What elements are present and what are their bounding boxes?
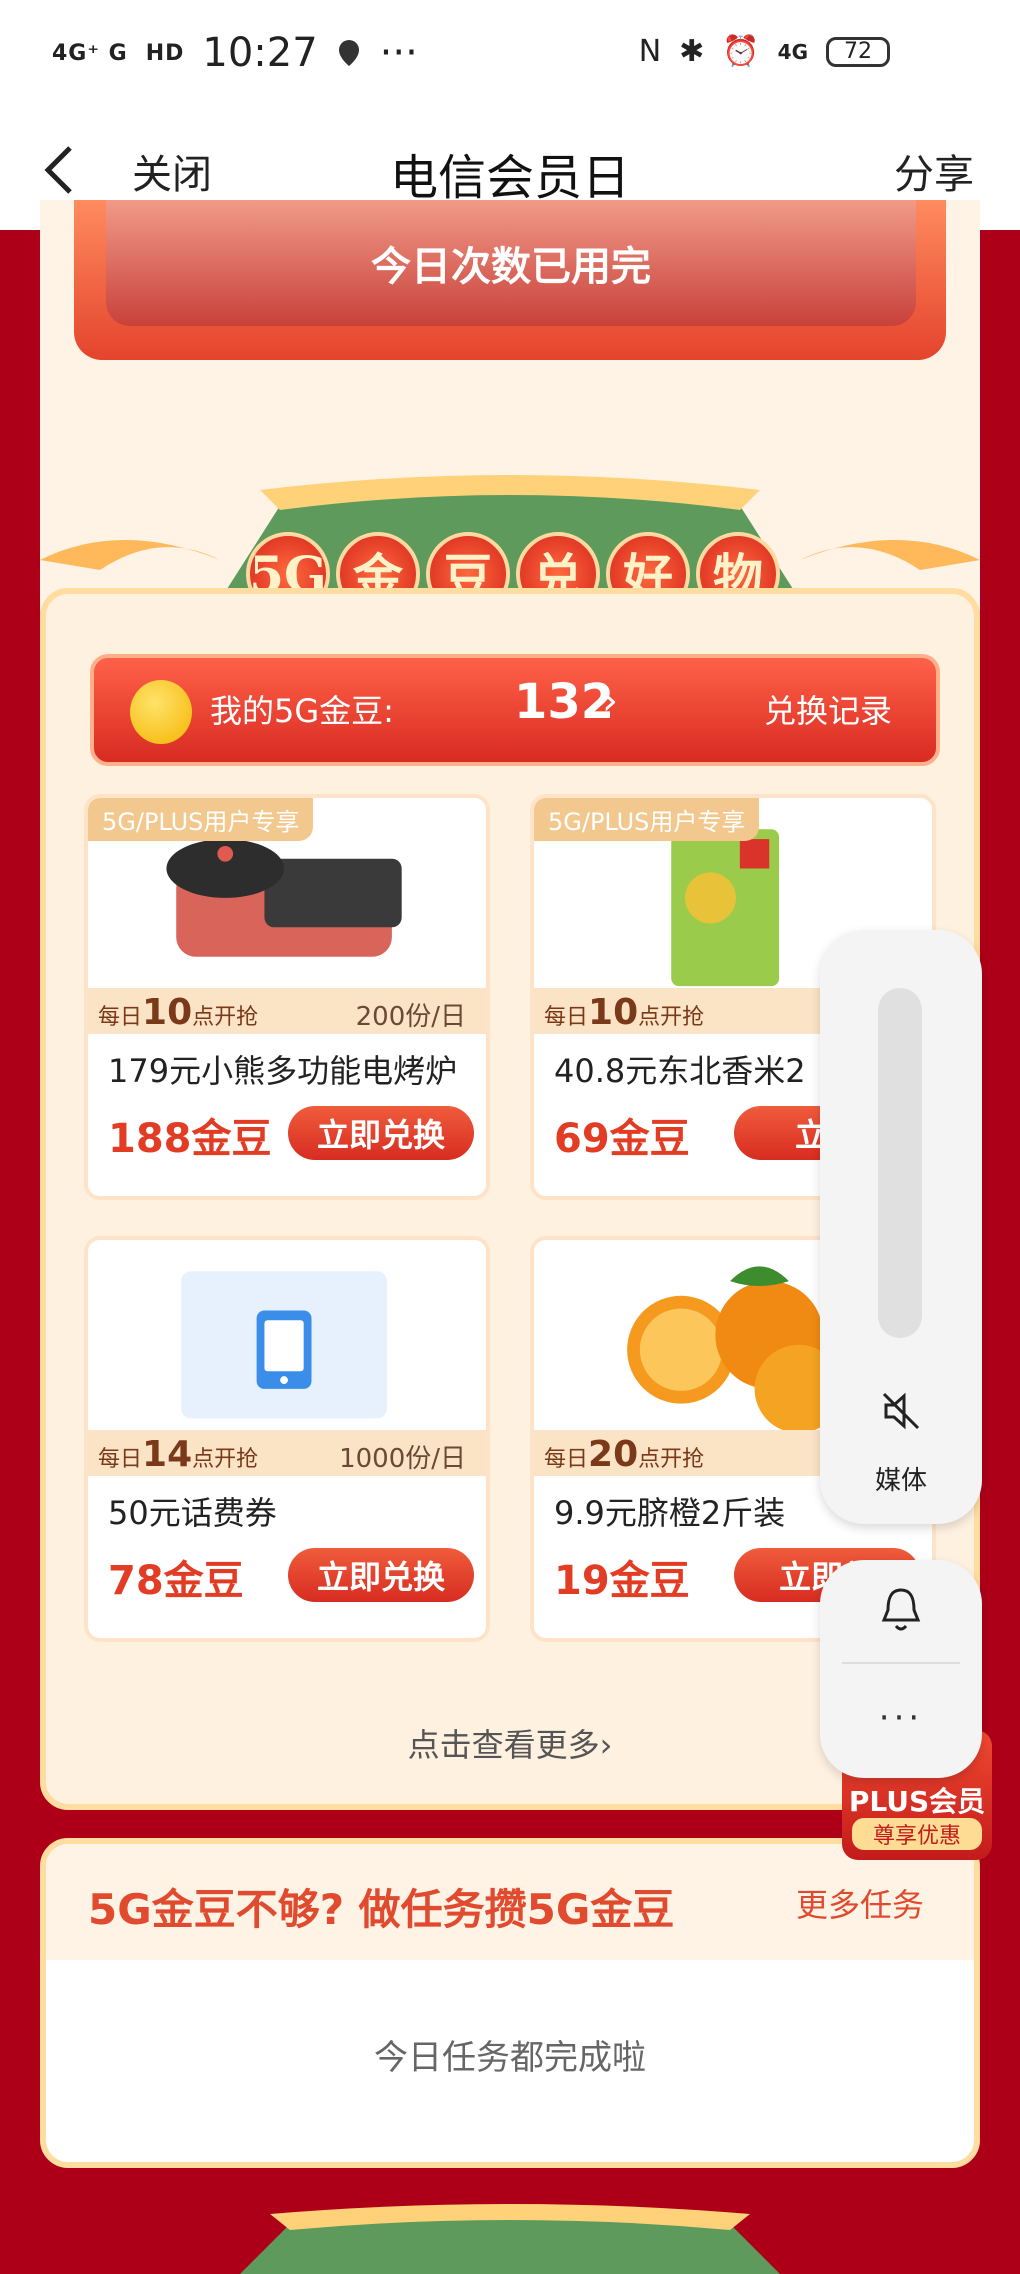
page-title: 电信会员日 <box>389 150 630 206</box>
plus-title: PLUS会员 <box>848 1785 986 1818</box>
nfc-icon: N <box>638 34 662 69</box>
start-time: 每日20点开抢 <box>544 1434 705 1475</box>
chevron-right-icon[interactable]: › <box>602 678 618 724</box>
daily-quota: 200份/日 <box>355 1002 466 1032</box>
exchange-record-link[interactable]: 兑换记录 <box>764 686 892 732</box>
time-strip: 每日10点开抢 200份/日 <box>88 988 486 1034</box>
product-name: 179元小熊多功能电烤炉 <box>108 1052 458 1090</box>
draw-button[interactable]: 今日次数已用完 <box>106 200 916 326</box>
bean-count[interactable]: 132 <box>514 674 614 730</box>
task-card: 5G金豆不够? 做任务攒5G金豆 更多任务 今日任务都完成啦 <box>40 1838 980 2168</box>
time-strip: 每日14点开抢 1000份/日 <box>88 1430 486 1476</box>
bean-balance-bar: 我的5G金豆: 132 › 兑换记录 <box>90 654 940 766</box>
volume-panel: 媒体 <box>820 930 982 1524</box>
status-bar: 4G⁺ G HD 10:27 ··· N ✱ ⏰ 4G 72 <box>0 0 1020 110</box>
ringer-panel: ··· <box>820 1560 982 1778</box>
plus-user-badge: 5G/PLUS用户专享 <box>88 798 314 841</box>
page-content: 今日次数已用完 5G 金 豆 兑 好 物 我的5G金豆: 132 › 兑换记录 <box>0 200 1020 2274</box>
product-name: 50元话费券 <box>108 1494 277 1532</box>
signal-indicator: 4G⁺ G <box>52 40 128 66</box>
battery-icon: 72 <box>826 36 890 67</box>
gold-bean-icon <box>130 680 192 744</box>
network-4g-icon: 4G <box>777 39 808 64</box>
product-card[interactable]: 每日14点开抢 1000份/日 50元话费券 78金豆 立即兑换 <box>84 1236 490 1642</box>
clock: 10:27 <box>202 30 318 76</box>
media-label: 媒体 <box>874 1466 927 1496</box>
plus-user-badge: 5G/PLUS用户专享 <box>534 798 760 841</box>
bluetooth-icon: ✱ <box>679 34 705 69</box>
task-empty-message: 今日任务都完成啦 <box>374 2038 646 2078</box>
volume-slider[interactable] <box>878 988 922 1338</box>
product-name: 40.8元东北香米2 <box>554 1052 806 1090</box>
product-price: 19金豆 <box>554 1558 690 1604</box>
more-options-icon[interactable]: ··· <box>820 1698 982 1738</box>
battery-level: 72 <box>844 39 872 64</box>
plus-subtitle: 尊享优惠 <box>852 1818 982 1850</box>
location-icon <box>338 40 359 66</box>
product-price: 69金豆 <box>554 1116 690 1162</box>
daily-quota: 1000份/日 <box>339 1444 466 1474</box>
bell-icon[interactable] <box>878 1586 924 1636</box>
more-tasks-link[interactable]: 更多任务 <box>796 1880 924 1926</box>
start-time: 每日10点开抢 <box>544 992 705 1033</box>
redeem-button[interactable]: 立即兑换 <box>288 1548 474 1602</box>
roof-decoration <box>240 2204 780 2274</box>
redeem-button[interactable]: 立即兑换 <box>288 1106 474 1160</box>
start-time: 每日10点开抢 <box>98 992 259 1033</box>
hd-indicator: HD <box>145 40 185 66</box>
share-button[interactable]: 分享 <box>894 142 974 200</box>
alarm-icon: ⏰ <box>722 34 760 69</box>
divider <box>842 1662 960 1664</box>
product-card[interactable]: 5G/PLUS用户专享 每日10点开抢 200份/日 179元小熊多功能电烤炉 … <box>84 794 490 1200</box>
task-header: 5G金豆不够? 做任务攒5G金豆 更多任务 <box>46 1844 974 1960</box>
task-title: 5G金豆不够? 做任务攒5G金豆 <box>88 1885 675 1934</box>
product-price: 78金豆 <box>108 1558 244 1604</box>
product-price: 188金豆 <box>108 1116 272 1162</box>
overflow-status: ··· <box>379 30 418 76</box>
chevron-right-icon: › <box>599 1726 613 1764</box>
bean-label: 我的5G金豆: <box>210 692 394 730</box>
product-name: 9.9元脐橙2斤装 <box>554 1494 786 1532</box>
mute-icon[interactable] <box>880 1390 922 1432</box>
phone-voucher-image <box>88 1240 486 1430</box>
start-time: 每日14点开抢 <box>98 1434 259 1475</box>
